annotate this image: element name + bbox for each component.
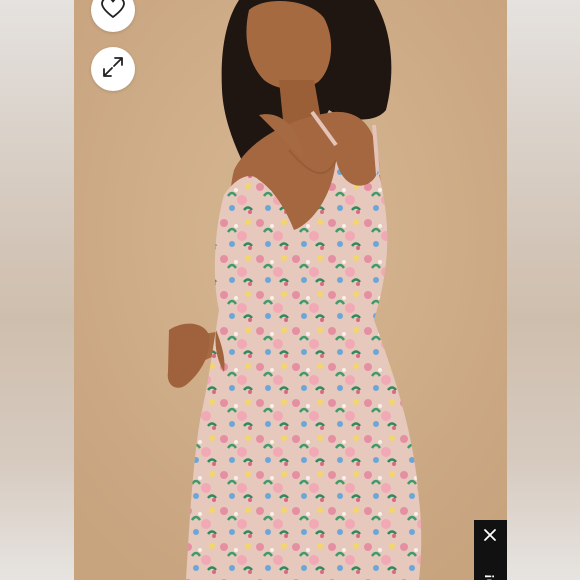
right-blurred-margin bbox=[507, 0, 580, 580]
product-photo[interactable] bbox=[74, 0, 507, 580]
close-icon[interactable] bbox=[483, 528, 497, 542]
heart-icon bbox=[101, 0, 125, 24]
promo-tab[interactable]: 20! bbox=[474, 520, 507, 580]
left-blurred-margin bbox=[0, 0, 74, 580]
expand-button[interactable] bbox=[91, 47, 135, 91]
promo-text: 20! bbox=[477, 554, 503, 580]
expand-icon bbox=[102, 56, 124, 83]
